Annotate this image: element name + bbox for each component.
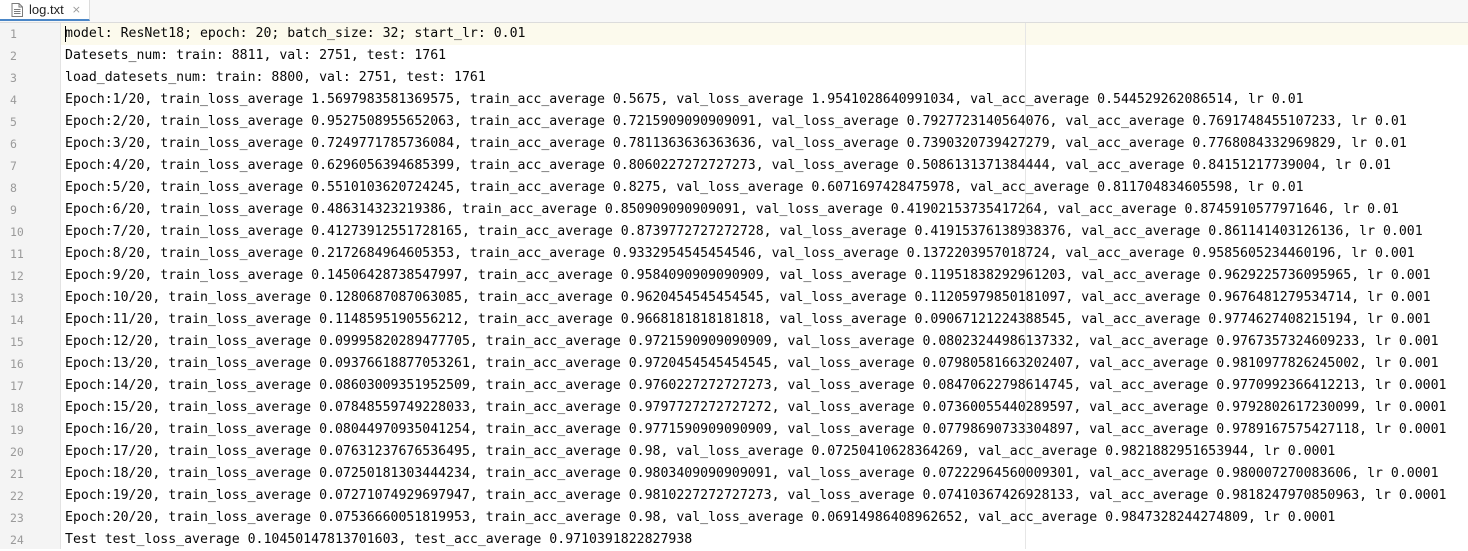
code-line[interactable]: load_datesets_num: train: 8800, val: 275… [65,67,1446,89]
code-line[interactable]: model: ResNet18; epoch: 20; batch_size: … [65,23,1446,45]
code-line[interactable]: Datesets_num: train: 8811, val: 2751, te… [65,45,1446,67]
line-number: 22 [10,489,24,503]
line-number: 20 [10,445,24,459]
line-number: 4 [10,93,17,107]
code-line[interactable]: Epoch:7/20, train_loss_average 0.4127391… [65,221,1446,243]
text-file-icon [11,2,23,17]
code-line[interactable]: Epoch:5/20, train_loss_average 0.5510103… [65,177,1446,199]
code-line[interactable]: Epoch:15/20, train_loss_average 0.078485… [65,397,1446,419]
code-line[interactable]: Epoch:17/20, train_loss_average 0.076312… [65,441,1446,463]
line-number: 10 [10,225,24,239]
editor-tab-bar: log.txt × [0,0,1468,23]
code-line[interactable]: Epoch:18/20, train_loss_average 0.072501… [65,463,1446,485]
line-number: 23 [10,511,24,525]
code-line[interactable]: Epoch:9/20, train_loss_average 0.1450642… [65,265,1446,287]
text-caret [65,26,66,42]
line-number: 21 [10,467,24,481]
code-line[interactable]: Test test_loss_average 0.104501478137016… [65,529,1446,551]
line-number: 6 [10,137,17,151]
line-number: 2 [10,49,17,63]
tab-label: log.txt [29,2,64,17]
line-number: 15 [10,335,24,349]
line-number: 24 [10,533,24,547]
line-number: 8 [10,181,17,195]
text-editor-content[interactable]: model: ResNet18; epoch: 20; batch_size: … [65,23,1446,551]
line-number: 11 [10,247,24,261]
code-line[interactable]: Epoch:6/20, train_loss_average 0.4863143… [65,199,1446,221]
line-number: 19 [10,423,24,437]
code-line[interactable]: Epoch:19/20, train_loss_average 0.072710… [65,485,1446,507]
line-number: 1 [10,27,17,41]
code-line[interactable]: Epoch:1/20, train_loss_average 1.5697983… [65,89,1446,111]
line-number-column: 1 2 3 4 5 6 7 8 9 10 11 12 13 14 15 16 17 18 19 20 21 22 23 24 [0,23,60,551]
line-number: 7 [10,159,17,173]
line-number: 17 [10,379,24,393]
code-line[interactable]: Epoch:2/20, train_loss_average 0.9527508… [65,111,1446,133]
line-number: 12 [10,269,24,283]
code-line[interactable]: Epoch:16/20, train_loss_average 0.080449… [65,419,1446,441]
code-line[interactable]: Epoch:14/20, train_loss_average 0.086030… [65,375,1446,397]
code-line[interactable]: Epoch:4/20, train_loss_average 0.6296056… [65,155,1446,177]
code-line[interactable]: Epoch:3/20, train_loss_average 0.7249771… [65,133,1446,155]
line-number: 9 [10,203,17,217]
code-line[interactable]: Epoch:20/20, train_loss_average 0.075366… [65,507,1446,529]
line-number: 14 [10,313,24,327]
line-number: 18 [10,401,24,415]
code-line[interactable]: Epoch:11/20, train_loss_average 0.114859… [65,309,1446,331]
code-line[interactable]: Epoch:8/20, train_loss_average 0.2172684… [65,243,1446,265]
code-line[interactable]: Epoch:10/20, train_loss_average 0.128068… [65,287,1446,309]
line-number: 3 [10,71,17,85]
tab-log-txt[interactable]: log.txt × [0,0,90,21]
code-line[interactable]: Epoch:13/20, train_loss_average 0.093766… [65,353,1446,375]
line-number: 16 [10,357,24,371]
close-tab-icon[interactable]: × [72,3,81,16]
line-number: 5 [10,115,17,129]
line-number: 13 [10,291,24,305]
code-line[interactable]: Epoch:12/20, train_loss_average 0.099958… [65,331,1446,353]
